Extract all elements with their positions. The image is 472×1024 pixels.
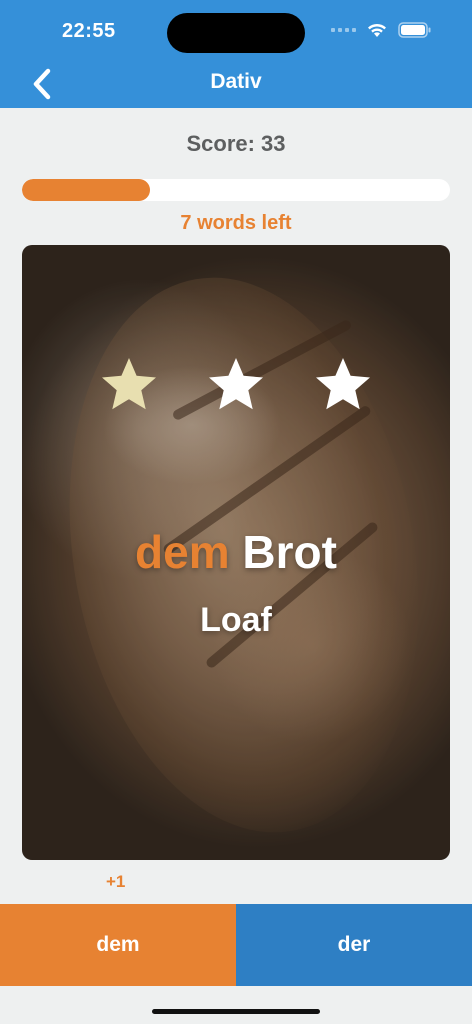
article-text: dem — [135, 526, 230, 578]
dynamic-island — [167, 13, 305, 53]
signal-dots-icon — [331, 28, 356, 32]
home-indicator[interactable] — [152, 1009, 320, 1014]
status-icons — [331, 22, 432, 38]
status-bar: 22:55 — [0, 0, 472, 62]
score-label: Score: 33 — [186, 131, 286, 156]
german-word: dem Brot — [22, 525, 450, 579]
answer-button-dem[interactable]: dem — [0, 904, 236, 986]
progress-bar — [22, 179, 450, 201]
translation-text: Loaf — [200, 601, 272, 639]
star-icon — [316, 358, 370, 410]
word-card[interactable]: dem Brot Loaf — [22, 245, 450, 860]
nav-bar: Dativ — [0, 62, 472, 108]
noun-text: Brot — [242, 526, 337, 578]
star-icon — [102, 358, 156, 410]
points-feedback: +1 — [106, 872, 126, 891]
answer-button-der[interactable]: der — [236, 904, 472, 986]
status-time: 22:55 — [62, 20, 116, 42]
wifi-icon — [368, 23, 386, 37]
progress-fill — [22, 179, 151, 201]
page-title: Dativ — [210, 70, 262, 93]
words-left-label: 7 words left — [180, 212, 292, 234]
star-rating — [22, 355, 450, 415]
battery-icon — [398, 22, 431, 38]
star-icon — [209, 358, 263, 410]
